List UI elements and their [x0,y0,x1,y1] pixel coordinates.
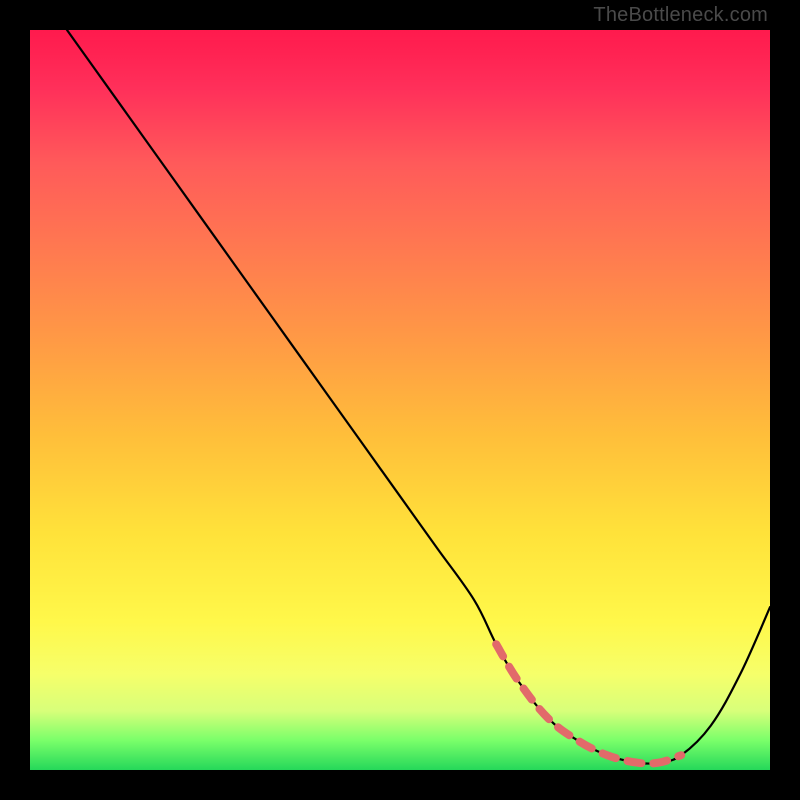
bottleneck-curve [67,30,770,764]
attribution-text: TheBottleneck.com [593,4,768,27]
optimal-range-highlight [496,644,681,763]
chart-stage: TheBottleneck.com [0,0,800,800]
plot-area [30,30,770,770]
curve-svg [30,30,770,770]
